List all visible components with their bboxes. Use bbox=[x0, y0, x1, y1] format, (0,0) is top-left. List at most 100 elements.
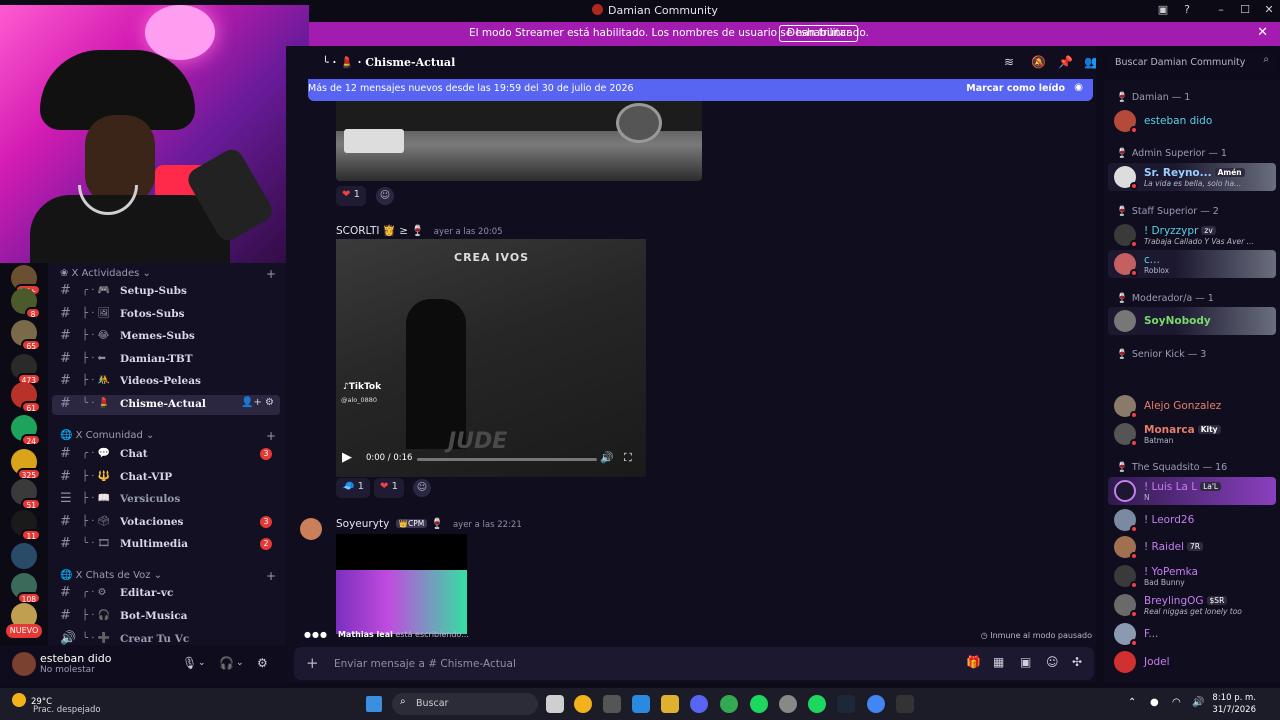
channel-chisme-actual[interactable]: # ╰ · 💄 Chisme-Actual 👤+ ⚙ bbox=[52, 395, 280, 415]
volume-icon[interactable]: 🔊 bbox=[600, 451, 614, 464]
mute-mic-icon[interactable]: 🎙 bbox=[182, 656, 197, 670]
disable-streamer-button[interactable]: Deshabilitar bbox=[779, 25, 859, 42]
close-banner-icon[interactable]: ✕ bbox=[1257, 25, 1268, 40]
spotify-icon[interactable] bbox=[808, 695, 826, 713]
channel-setup-subs[interactable]: # ╭ · 🎮 Setup-Subs bbox=[52, 282, 280, 302]
emoji-reaction[interactable]: 🧢 1 bbox=[336, 478, 371, 498]
attach-plus-icon[interactable]: + bbox=[306, 654, 319, 672]
help-icon[interactable]: ? bbox=[1178, 3, 1196, 19]
member-item[interactable]: BreylingOG $SR Real niggas get lonely too bbox=[1108, 591, 1276, 619]
play-icon[interactable]: ▶ bbox=[342, 450, 352, 465]
channel-editar-vc[interactable]: # ╭ · ⚙ Editar-vc bbox=[52, 584, 280, 604]
chrome-icon[interactable] bbox=[867, 695, 885, 713]
pin-icon[interactable]: 📌 bbox=[1058, 55, 1073, 69]
minimize-button[interactable]: – bbox=[1212, 3, 1230, 19]
channel-bot-musica[interactable]: # ├ · 🎧 Bot-Musica bbox=[52, 607, 280, 627]
member-item[interactable]: ! Leord26 bbox=[1108, 506, 1276, 534]
image-attachment[interactable] bbox=[336, 534, 467, 634]
channel-fotos-subs[interactable]: # ├ · 🖼 Fotos-Subs bbox=[52, 305, 280, 325]
member-item[interactable]: c... Roblox bbox=[1108, 250, 1276, 278]
task-view-icon[interactable] bbox=[546, 695, 564, 713]
member-item[interactable]: SoyNobody bbox=[1108, 307, 1276, 335]
chevron-down-icon[interactable]: ⌄ bbox=[236, 658, 244, 668]
notification-bell-icon[interactable]: 🔕 bbox=[1031, 55, 1046, 69]
add-reaction-icon[interactable]: ☺ bbox=[376, 187, 394, 205]
tiktok-video[interactable]: CREA IVOS ♪TikTok @alo_0880 JUDE ▶ 0:00 … bbox=[336, 239, 646, 477]
category-comunidad[interactable]: 🌐 X Comunidad ⌄ + bbox=[60, 429, 276, 443]
author-avatar[interactable] bbox=[300, 518, 322, 540]
sticker-icon[interactable]: ▣ bbox=[1020, 655, 1031, 669]
windows-start-icon[interactable] bbox=[366, 696, 382, 712]
app-icon[interactable] bbox=[603, 695, 621, 713]
channel-chat-vip[interactable]: # ├ · 🔱 Chat-VIP bbox=[52, 468, 280, 488]
server-icon[interactable]: 473 bbox=[11, 354, 41, 385]
member-item[interactable]: esteban dido bbox=[1108, 107, 1276, 135]
mark-as-read-button[interactable]: Marcar como leído bbox=[966, 83, 1065, 94]
category-chats-de-voz[interactable]: 🌐 X Chats de Voz ⌄ + bbox=[60, 569, 276, 583]
weather-widget[interactable]: 29°C Prac. despejado bbox=[12, 693, 101, 715]
server-icon[interactable] bbox=[11, 543, 37, 569]
taskbar-search[interactable]: ⌕ Buscar bbox=[392, 693, 538, 715]
chevron-down-icon[interactable]: ⌄ bbox=[198, 658, 206, 668]
category-actividades[interactable]: ❀ X Actividades ⌄ + bbox=[60, 267, 276, 281]
channel-damian-tbt[interactable]: # ├ · ⬅ Damian-TBT bbox=[52, 350, 280, 370]
member-item[interactable]: ! YoPemka Bad Bunny bbox=[1108, 562, 1276, 590]
channel-versiculos[interactable]: ☰ ├ · 📖 Versiculos bbox=[52, 490, 280, 510]
volume-icon[interactable]: 🔊 bbox=[1192, 697, 1204, 708]
add-reaction-icon[interactable]: ☺ bbox=[413, 479, 431, 497]
app-icon[interactable] bbox=[896, 695, 914, 713]
steam-icon[interactable] bbox=[837, 695, 855, 713]
server-icon[interactable]: 11 bbox=[11, 510, 41, 541]
headphones-icon[interactable]: 🎧 bbox=[219, 656, 234, 670]
server-icon[interactable]: 65 bbox=[11, 320, 41, 351]
inbox-icon[interactable]: ▣ bbox=[1154, 3, 1172, 19]
maximize-button[interactable]: ☐ bbox=[1236, 3, 1254, 19]
heart-reaction[interactable]: ❤ 1 bbox=[374, 478, 404, 498]
chevron-up-icon[interactable]: ⌃ bbox=[1128, 697, 1136, 708]
member-item[interactable]: ! Raidel 7R bbox=[1108, 533, 1276, 561]
fullscreen-icon[interactable]: ⛶ bbox=[624, 451, 632, 465]
file-explorer-icon[interactable] bbox=[661, 695, 679, 713]
close-window-button[interactable]: ✕ bbox=[1260, 3, 1278, 19]
member-item[interactable]: Jodel bbox=[1108, 648, 1276, 676]
channel-settings-icon[interactable]: 👤+ ⚙ bbox=[241, 397, 274, 408]
discord-icon[interactable] bbox=[690, 695, 708, 713]
member-item[interactable]: Alejo Gonzalez bbox=[1108, 392, 1276, 420]
server-icon[interactable]: 61 bbox=[11, 382, 41, 413]
add-channel-icon[interactable]: + bbox=[266, 267, 276, 281]
search-icon[interactable]: ⌕ bbox=[1263, 54, 1269, 65]
member-item[interactable]: ! Dryzzypr zv Trabaja Callado Y Vas Aver .… bbox=[1108, 221, 1276, 249]
threads-icon[interactable]: ≋ bbox=[1004, 55, 1014, 69]
new-messages-bar[interactable]: Más de 12 mensajes nuevos desde las 19:5… bbox=[308, 79, 1093, 101]
emoji-icon[interactable]: ☺ bbox=[1046, 655, 1059, 669]
member-item[interactable]: ! Luis La L La'L N bbox=[1108, 477, 1276, 505]
tray-app-icon[interactable]: ● bbox=[1150, 697, 1159, 708]
member-item[interactable]: F... bbox=[1108, 620, 1276, 648]
apps-icon[interactable]: ✣ bbox=[1072, 655, 1082, 669]
server-icon[interactable]: 8 bbox=[11, 288, 41, 319]
server-icon[interactable]: 108 bbox=[11, 573, 41, 604]
search-input[interactable] bbox=[1115, 55, 1255, 69]
add-channel-icon[interactable]: + bbox=[266, 569, 276, 583]
chrome-icon[interactable] bbox=[720, 695, 738, 713]
system-clock[interactable]: 8:10 p. m. 31/7/2026 bbox=[1212, 692, 1256, 716]
channel-votaciones[interactable]: # ├ · 🗳 Votaciones 3 bbox=[52, 513, 280, 533]
add-channel-icon[interactable]: + bbox=[266, 429, 276, 443]
channel-chat[interactable]: # ╭ · 💬 Chat 3 bbox=[52, 445, 280, 465]
channel-videos-peleas[interactable]: # ├ · 🤼 Videos-Peleas bbox=[52, 372, 280, 392]
channel-crear-tu-vc[interactable]: 🔊 ╰ · ➕ Crear Tu Vc bbox=[52, 630, 280, 645]
airplane-image[interactable] bbox=[336, 101, 702, 181]
member-item[interactable]: Sr. Reyno... Amén La vida es bella, solo h… bbox=[1108, 163, 1276, 191]
gif-icon[interactable]: ▦ bbox=[993, 655, 1004, 669]
wifi-icon[interactable]: ◠ bbox=[1172, 697, 1181, 708]
chrome-icon[interactable] bbox=[574, 695, 592, 713]
channel-memes-subs[interactable]: # ├ · 😂 Memes-Subs bbox=[52, 327, 280, 347]
spotify-icon[interactable] bbox=[750, 695, 768, 713]
member-item[interactable]: Monarca Kity Batman bbox=[1108, 420, 1276, 448]
channel-multimedia[interactable]: # ╰ · 🎞 Multimedia 2 bbox=[52, 535, 280, 555]
video-progress-bar[interactable] bbox=[417, 458, 597, 461]
message-author[interactable]: Soyeuryty bbox=[336, 518, 389, 530]
user-settings-gear-icon[interactable]: ⚙ bbox=[257, 656, 268, 670]
app-icon[interactable] bbox=[779, 695, 797, 713]
gift-icon[interactable]: 🎁 bbox=[966, 655, 981, 669]
